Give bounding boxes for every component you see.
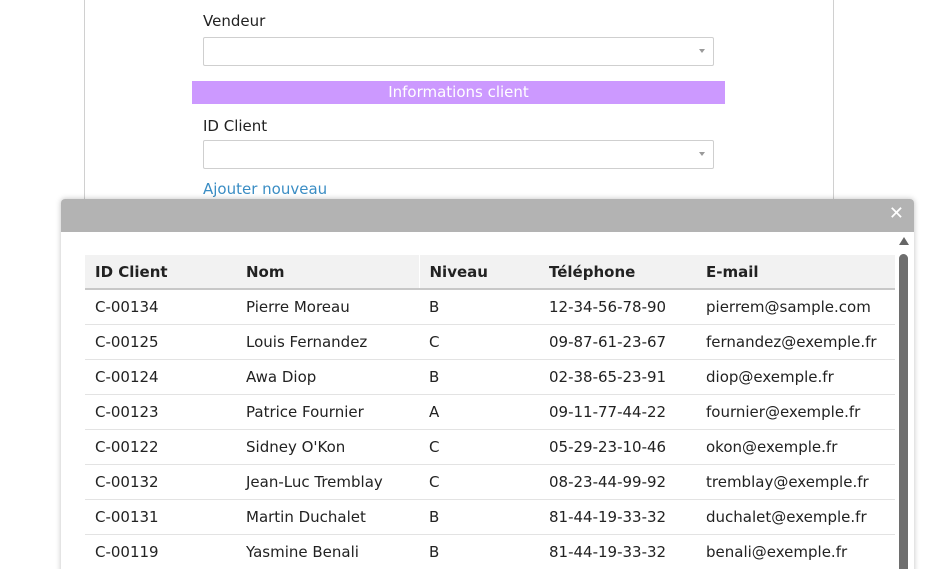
close-icon[interactable]: ✕ [889, 204, 904, 224]
cell-niveau: B [419, 289, 539, 325]
id-client-label: ID Client [203, 117, 268, 135]
scroll-thumb[interactable] [899, 254, 908, 569]
table-row[interactable]: C-00124 Awa Diop B 02-38-65-23-91 diop@e… [85, 359, 895, 395]
scrollbar[interactable] [899, 237, 909, 569]
table-row[interactable]: C-00122 Sidney O'Kon C 05-29-23-10-46 ok… [85, 429, 895, 465]
cell-niveau: B [419, 534, 539, 569]
table-row[interactable]: C-00119 Yasmine Benali B 81-44-19-33-32 … [85, 534, 895, 569]
column-header-nom[interactable]: Nom [236, 255, 420, 290]
client-picker-modal: ✕ ID Client Nom Niveau Téléphone E-mail … [61, 199, 914, 569]
cell-niveau: A [419, 394, 539, 430]
cell-niveau: C [419, 324, 539, 360]
cell-id-client: C-00123 [85, 394, 236, 430]
cell-nom: Jean-Luc Tremblay [236, 464, 419, 500]
cell-nom: Martin Duchalet [236, 499, 419, 535]
table-row[interactable]: C-00125 Louis Fernandez C 09-87-61-23-67… [85, 324, 895, 360]
table-row[interactable]: C-00123 Patrice Fournier A 09-11-77-44-2… [85, 394, 895, 430]
cell-id-client: C-00132 [85, 464, 236, 500]
id-client-select[interactable] [203, 140, 714, 169]
cell-telephone: 09-87-61-23-67 [539, 324, 696, 360]
cell-email: tremblay@exemple.fr [696, 464, 895, 500]
cell-telephone: 02-38-65-23-91 [539, 359, 696, 395]
cell-telephone: 81-44-19-33-32 [539, 534, 696, 569]
cell-id-client: C-00125 [85, 324, 236, 360]
client-table: ID Client Nom Niveau Téléphone E-mail C-… [85, 255, 895, 569]
column-header-id-client[interactable]: ID Client [85, 255, 236, 290]
cell-email: benali@exemple.fr [696, 534, 895, 569]
table-header-row: ID Client Nom Niveau Téléphone E-mail [85, 255, 895, 290]
column-header-telephone[interactable]: Téléphone [539, 255, 696, 290]
cell-email: diop@exemple.fr [696, 359, 895, 395]
cell-email: duchalet@exemple.fr [696, 499, 895, 535]
cell-nom: Louis Fernandez [236, 324, 419, 360]
table-row[interactable]: C-00134 Pierre Moreau B 12-34-56-78-90 p… [85, 289, 895, 325]
cell-id-client: C-00131 [85, 499, 236, 535]
column-header-niveau[interactable]: Niveau [419, 255, 539, 290]
cell-nom: Pierre Moreau [236, 289, 419, 325]
vendeur-select[interactable] [203, 37, 714, 66]
cell-telephone: 05-29-23-10-46 [539, 429, 696, 465]
cell-id-client: C-00124 [85, 359, 236, 395]
section-header-informations-client: Informations client [192, 81, 725, 104]
cell-email: fernandez@exemple.fr [696, 324, 895, 360]
cell-niveau: B [419, 359, 539, 395]
cell-niveau: C [419, 464, 539, 500]
cell-id-client: C-00119 [85, 534, 236, 569]
scroll-up-arrow-icon[interactable] [899, 237, 909, 245]
cell-email: okon@exemple.fr [696, 429, 895, 465]
client-table-wrapper: ID Client Nom Niveau Téléphone E-mail C-… [85, 255, 895, 569]
add-new-link[interactable]: Ajouter nouveau [203, 180, 327, 198]
cell-telephone: 12-34-56-78-90 [539, 289, 696, 325]
cell-email: fournier@exemple.fr [696, 394, 895, 430]
cell-niveau: C [419, 429, 539, 465]
modal-header: ✕ [61, 199, 914, 232]
cell-telephone: 08-23-44-99-92 [539, 464, 696, 500]
table-row[interactable]: C-00132 Jean-Luc Tremblay C 08-23-44-99-… [85, 464, 895, 500]
cell-nom: Awa Diop [236, 359, 419, 395]
cell-telephone: 81-44-19-33-32 [539, 499, 696, 535]
cell-nom: Yasmine Benali [236, 534, 419, 569]
column-header-email[interactable]: E-mail [696, 255, 895, 290]
cell-id-client: C-00134 [85, 289, 236, 325]
chevron-down-icon [699, 152, 705, 156]
cell-id-client: C-00122 [85, 429, 236, 465]
cell-telephone: 09-11-77-44-22 [539, 394, 696, 430]
page: Vendeur Informations client ID Client Aj… [0, 0, 946, 569]
vendeur-label: Vendeur [203, 12, 266, 30]
cell-niveau: B [419, 499, 539, 535]
chevron-down-icon [699, 49, 705, 53]
cell-email: pierrem@sample.com [696, 289, 895, 325]
table-row[interactable]: C-00131 Martin Duchalet B 81-44-19-33-32… [85, 499, 895, 535]
cell-nom: Sidney O'Kon [236, 429, 419, 465]
cell-nom: Patrice Fournier [236, 394, 419, 430]
